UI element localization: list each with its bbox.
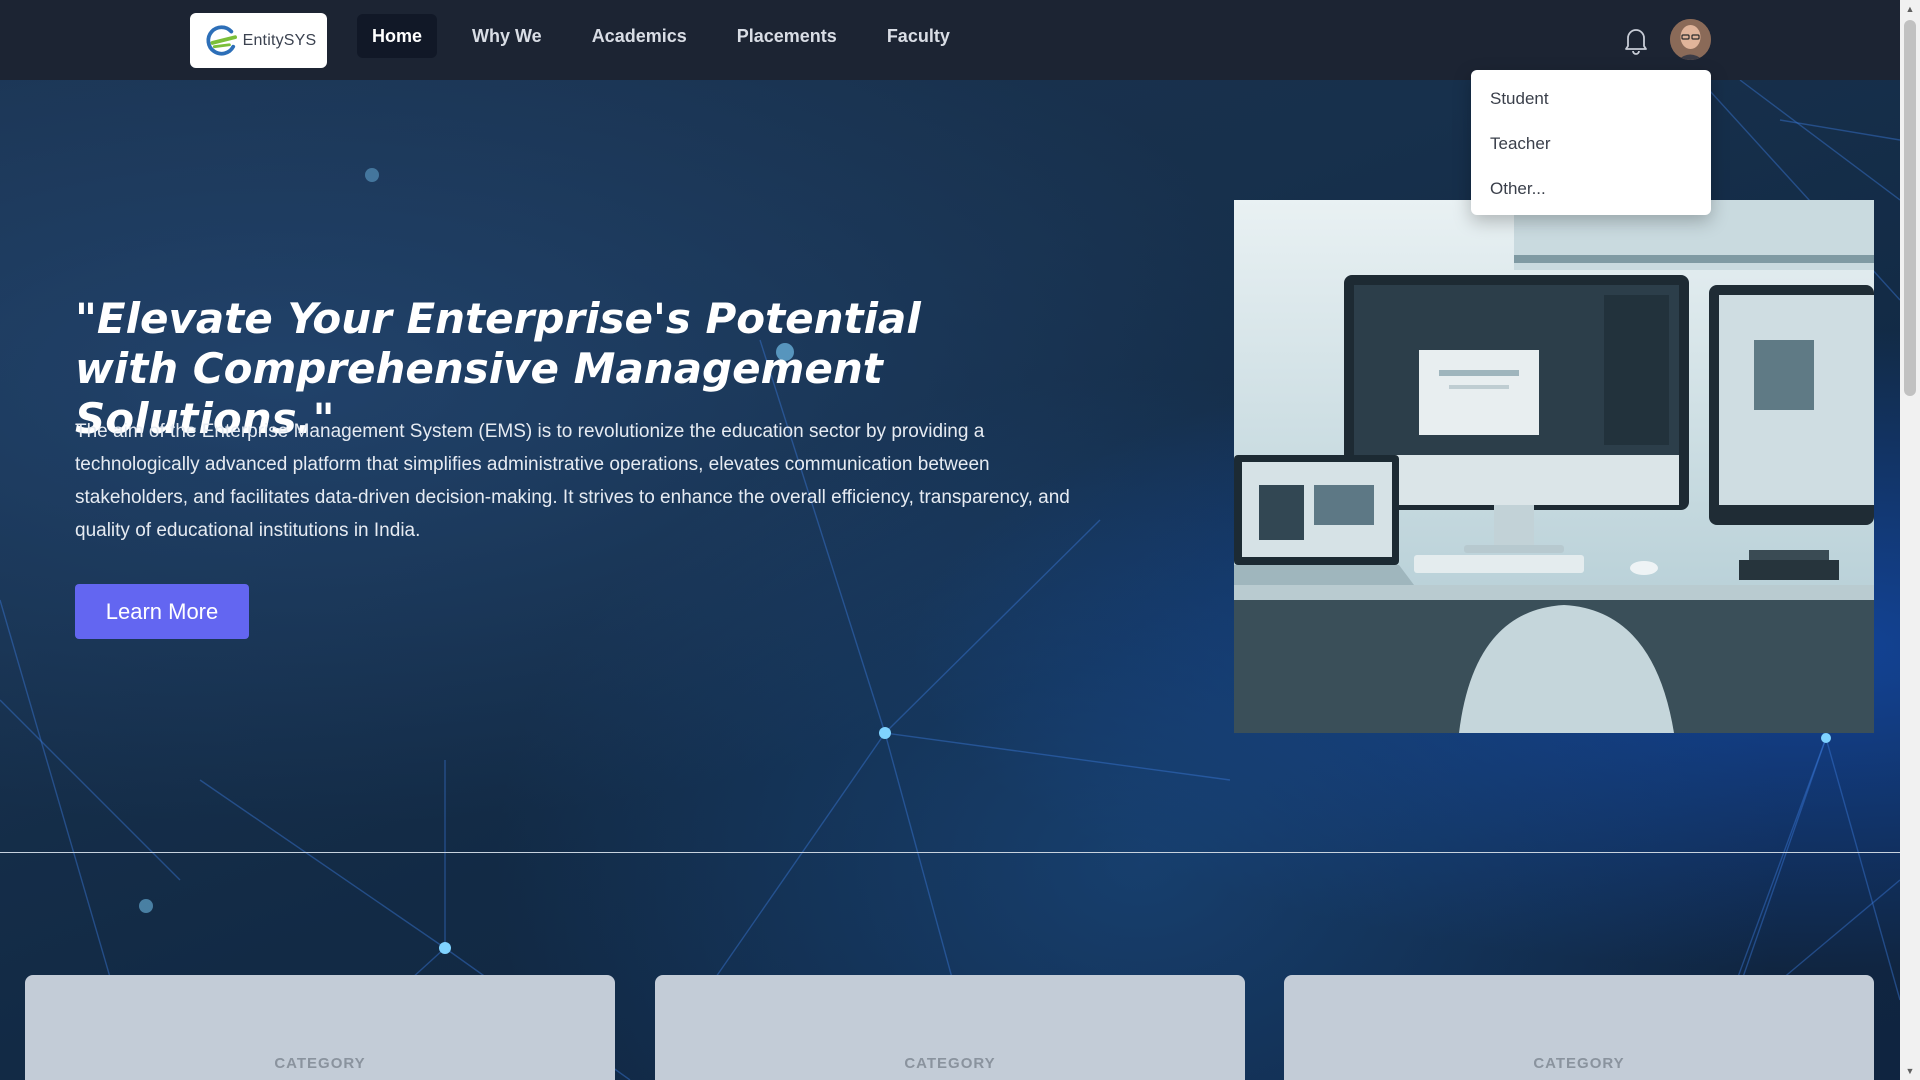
scroll-up-arrow-icon[interactable]: ▲ [1905,4,1915,14]
nav-home[interactable]: Home [357,14,438,58]
logo-text: EntitySYS [242,31,317,49]
card-category-label: CATEGORY [1533,1055,1625,1072]
nav-academics[interactable]: Academics [577,14,702,58]
hero-image [1234,200,1874,733]
workspace-illustration [1234,200,1874,733]
menu-item-other[interactable]: Other... [1471,166,1711,211]
logo-mark-icon [206,24,237,56]
nav-faculty[interactable]: Faculty [872,14,965,58]
main-nav: Home Why We Academics Placements Faculty [357,14,965,58]
nav-why-we[interactable]: Why We [457,14,557,58]
scroll-thumb[interactable] [1904,20,1916,396]
scroll-down-arrow-icon[interactable]: ▼ [1905,1066,1915,1076]
menu-item-student[interactable]: Student [1471,76,1711,121]
category-card[interactable]: CATEGORY [655,975,1245,1080]
user-photo-icon [1670,19,1711,60]
vertical-scrollbar[interactable]: ▲ ▼ [1900,0,1920,1080]
learn-more-button[interactable]: Learn More [75,584,249,639]
brand-logo[interactable]: EntitySYS [190,13,327,68]
category-card[interactable]: CATEGORY [25,975,615,1080]
profile-dropdown-menu: Student Teacher Other... [1471,70,1711,215]
card-category-label: CATEGORY [904,1055,996,1072]
menu-item-teacher[interactable]: Teacher [1471,121,1711,166]
section-divider [0,852,1900,853]
card-category-label: CATEGORY [274,1055,366,1072]
nav-placements[interactable]: Placements [722,14,852,58]
hero-description: The aim of the Enterprise Management Sys… [75,421,1070,541]
bell-icon[interactable] [1622,25,1650,55]
top-navbar: EntitySYS Home Why We Academics Placemen… [0,0,1900,80]
category-card[interactable]: CATEGORY [1284,975,1874,1080]
avatar[interactable] [1670,19,1711,60]
